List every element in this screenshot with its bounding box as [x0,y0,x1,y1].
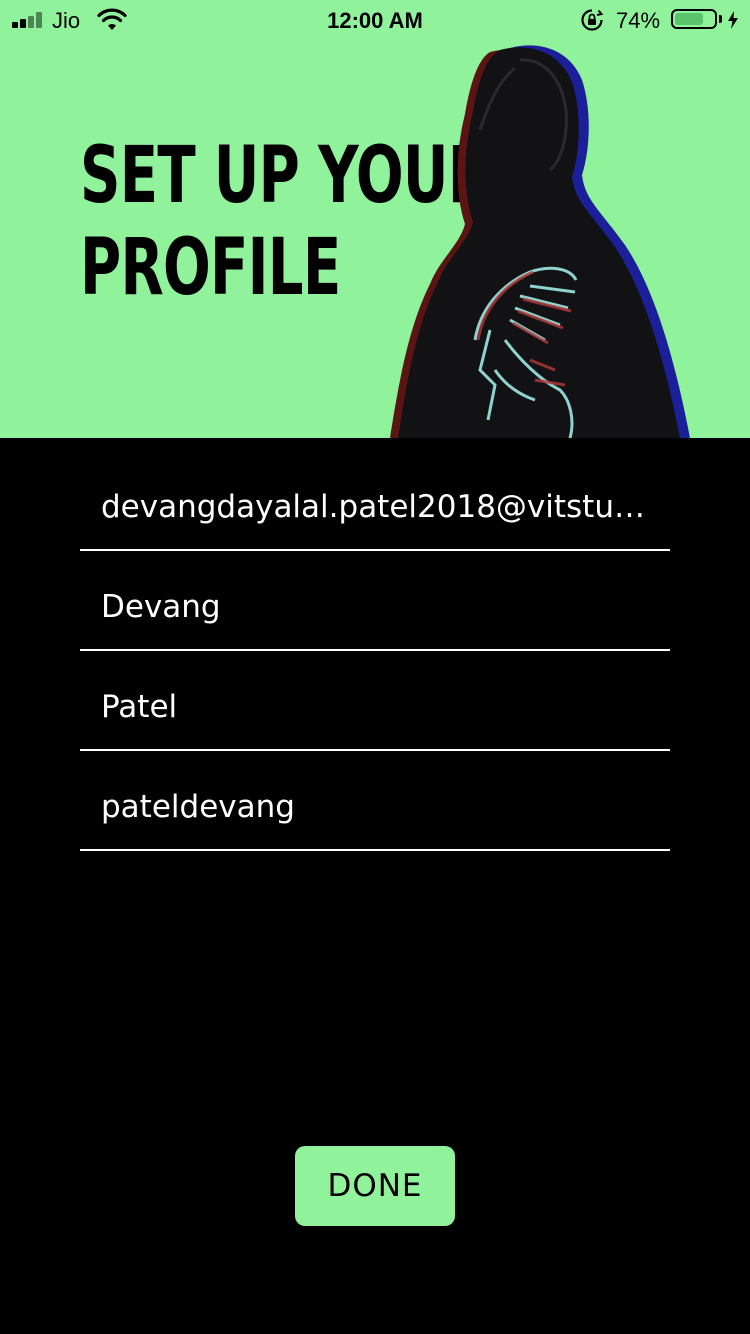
rotation-lock-icon [581,9,604,31]
battery-percent: 74% [616,8,661,33]
status-bar: Jio 12:00 AM 74% [0,0,750,40]
email-input-value[interactable]: devangdayalal.patel2018@vitstudent.ac.in [101,489,646,525]
charging-bolt-icon [728,11,738,29]
first-name-input-value[interactable]: Devang [101,589,646,625]
username-field[interactable]: pateldevang [80,751,670,851]
battery-icon [671,9,717,29]
page-title-line-2: PROFILE [80,223,341,313]
page-title: SET UP YOUR PROFILE [80,130,491,314]
email-field[interactable]: devangdayalal.patel2018@vitstudent.ac.in [80,451,670,551]
first-name-field[interactable]: Devang [80,551,670,651]
battery-cap [719,15,722,23]
done-button[interactable]: DONE [295,1146,455,1226]
last-name-input-value[interactable]: Patel [101,689,646,725]
page-title-line-1: SET UP YOUR [80,131,491,221]
header-banner: Jio 12:00 AM 74% SET UP YOUR PROFILE [0,0,750,438]
username-input-value[interactable]: pateldevang [101,789,646,825]
hooded-figure-illustration [390,45,690,438]
battery-level-fill [675,13,703,25]
last-name-field[interactable]: Patel [80,651,670,751]
